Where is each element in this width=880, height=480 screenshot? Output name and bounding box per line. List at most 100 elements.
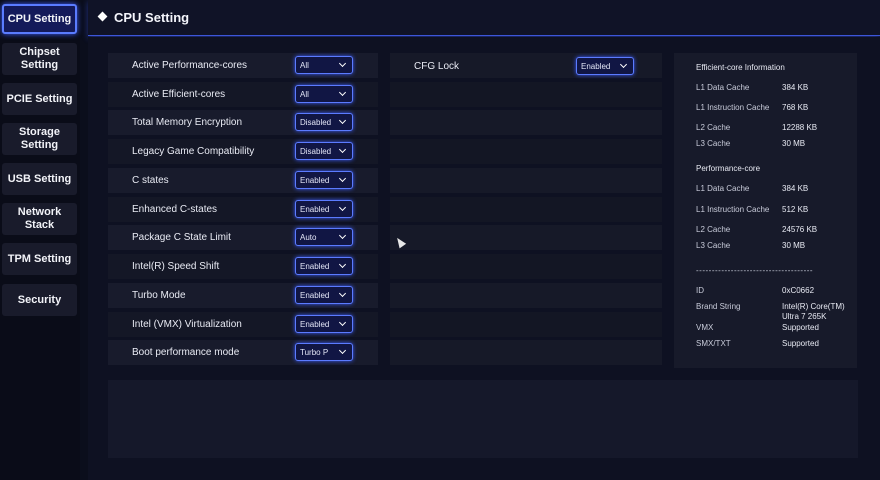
setting-row: Intel (VMX) Virtualization Enabled: [108, 312, 378, 337]
package-c-state-limit-dropdown[interactable]: Auto: [295, 228, 353, 246]
setting-row: Legacy Game Compatibility Disabled: [108, 139, 378, 164]
dropdown-value: Enabled: [300, 261, 330, 271]
setting-label: Intel(R) Speed Shift: [132, 261, 220, 272]
info-value: 30 MB: [782, 241, 806, 250]
page-title: CPU Setting: [114, 10, 190, 25]
sidebar-item-network-stack[interactable]: Network Stack: [2, 203, 77, 235]
cpu-info-panel: Efficient-core Information L1 Data Cache…: [674, 53, 857, 368]
chevron-down-icon: [338, 59, 347, 68]
sidebar: CPU Setting Chipset Setting PCIE Setting…: [0, 0, 80, 480]
setting-label: Legacy Game Compatibility: [132, 146, 255, 157]
dropdown-value: Enabled: [300, 175, 330, 185]
info-key: L1 Data Cache: [696, 184, 750, 193]
info-key: L1 Instruction Cache: [696, 205, 770, 214]
efficient-core-heading: Efficient-core Information: [696, 63, 785, 72]
info-key: L3 Cache: [696, 139, 731, 148]
empty-row: [390, 139, 662, 164]
empty-row: [390, 254, 662, 279]
speed-shift-dropdown[interactable]: Enabled: [295, 257, 353, 275]
info-key: ID: [696, 286, 704, 295]
description-panel: [108, 380, 858, 458]
setting-row: Turbo Mode Enabled: [108, 283, 378, 308]
sidebar-item-pcie-setting[interactable]: PCIE Setting: [2, 83, 77, 115]
info-value: 24576 KB: [782, 225, 818, 234]
total-memory-encryption-dropdown[interactable]: Disabled: [295, 113, 353, 131]
dropdown-value: Disabled: [300, 117, 332, 127]
info-value: 768 KB: [782, 103, 809, 112]
empty-row: [390, 82, 662, 107]
info-key: SMX/TXT: [696, 339, 731, 348]
enhanced-c-states-dropdown[interactable]: Enabled: [295, 200, 353, 218]
info-value: 0xC0662: [782, 286, 815, 295]
chevron-down-icon: [338, 346, 347, 355]
setting-row: Enhanced C-states Enabled: [108, 197, 378, 222]
empty-row: [390, 110, 662, 135]
c-states-dropdown[interactable]: Enabled: [295, 171, 353, 189]
chevron-down-icon: [338, 289, 347, 298]
info-key: L1 Data Cache: [696, 83, 750, 92]
setting-label: CFG Lock: [414, 61, 460, 72]
dropdown-value: Disabled: [300, 146, 332, 156]
info-value: 512 KB: [782, 205, 809, 214]
setting-row: CFG Lock Enabled: [390, 53, 662, 78]
setting-row: C states Enabled: [108, 168, 378, 193]
sidebar-item-tpm-setting[interactable]: TPM Setting: [2, 243, 77, 275]
empty-row: [390, 168, 662, 193]
sidebar-item-chipset-setting[interactable]: Chipset Setting: [2, 43, 77, 75]
chevron-down-icon: [619, 60, 628, 69]
dropdown-value: All: [300, 89, 309, 99]
info-key: Brand String: [696, 302, 741, 311]
sidebar-item-usb-setting[interactable]: USB Setting: [2, 163, 77, 195]
active-efficient-cores-dropdown[interactable]: All: [295, 85, 353, 103]
setting-label: Active Efficient-cores: [132, 89, 226, 100]
empty-row: [390, 225, 662, 250]
setting-label: Package C State Limit: [132, 232, 231, 243]
sidebar-item-storage-setting[interactable]: Storage Setting: [2, 123, 77, 155]
boot-performance-mode-dropdown[interactable]: Turbo P: [295, 343, 353, 361]
info-value: 12288 KB: [782, 123, 818, 132]
chevron-down-icon: [338, 116, 347, 125]
cfg-lock-dropdown[interactable]: Enabled: [576, 57, 634, 75]
dropdown-value: Enabled: [300, 290, 330, 300]
setting-label: C states: [132, 175, 169, 186]
setting-row: Total Memory Encryption Disabled: [108, 110, 378, 135]
setting-label: Intel (VMX) Virtualization: [132, 319, 242, 330]
turbo-mode-dropdown[interactable]: Enabled: [295, 286, 353, 304]
chevron-down-icon: [338, 260, 347, 269]
page-header: CPU Setting: [88, 0, 880, 36]
info-value: 30 MB: [782, 139, 806, 148]
info-value: Supported: [782, 339, 819, 348]
setting-label: Boot performance mode: [132, 347, 240, 358]
dropdown-value: Enabled: [581, 61, 611, 71]
legacy-game-compatibility-dropdown[interactable]: Disabled: [295, 142, 353, 160]
setting-label: Total Memory Encryption: [132, 117, 243, 128]
active-performance-cores-dropdown[interactable]: All: [295, 56, 353, 74]
setting-row: Package C State Limit Auto: [108, 225, 378, 250]
info-key: L2 Cache: [696, 123, 731, 132]
chevron-down-icon: [338, 203, 347, 212]
dropdown-value: Turbo P: [300, 347, 329, 357]
info-key: VMX: [696, 323, 714, 332]
empty-row: [390, 340, 662, 365]
setting-row: Active Efficient-cores All: [108, 82, 378, 107]
dropdown-value: Auto: [300, 232, 317, 242]
performance-core-heading: Performance-core: [696, 164, 761, 173]
setting-row: Active Performance-cores All: [108, 53, 378, 78]
diamond-icon: [97, 11, 108, 22]
setting-label: Active Performance-cores: [132, 60, 248, 71]
vmx-virtualization-dropdown[interactable]: Enabled: [295, 315, 353, 333]
chevron-down-icon: [338, 318, 347, 327]
dropdown-value: Enabled: [300, 319, 330, 329]
main-content: Active Performance-cores All Active Effi…: [88, 37, 880, 480]
info-value: Supported: [782, 323, 819, 332]
sidebar-item-cpu-setting[interactable]: CPU Setting: [2, 4, 77, 34]
setting-row: Boot performance mode Turbo P: [108, 340, 378, 365]
chevron-down-icon: [338, 174, 347, 183]
empty-row: [390, 283, 662, 308]
sidebar-item-security[interactable]: Security: [2, 284, 77, 316]
chevron-down-icon: [338, 88, 347, 97]
info-key: L2 Cache: [696, 225, 731, 234]
info-key: L3 Cache: [696, 241, 731, 250]
info-divider: -------------------------------------: [696, 266, 814, 275]
settings-panel-secondary: CFG Lock Enabled: [390, 53, 662, 369]
